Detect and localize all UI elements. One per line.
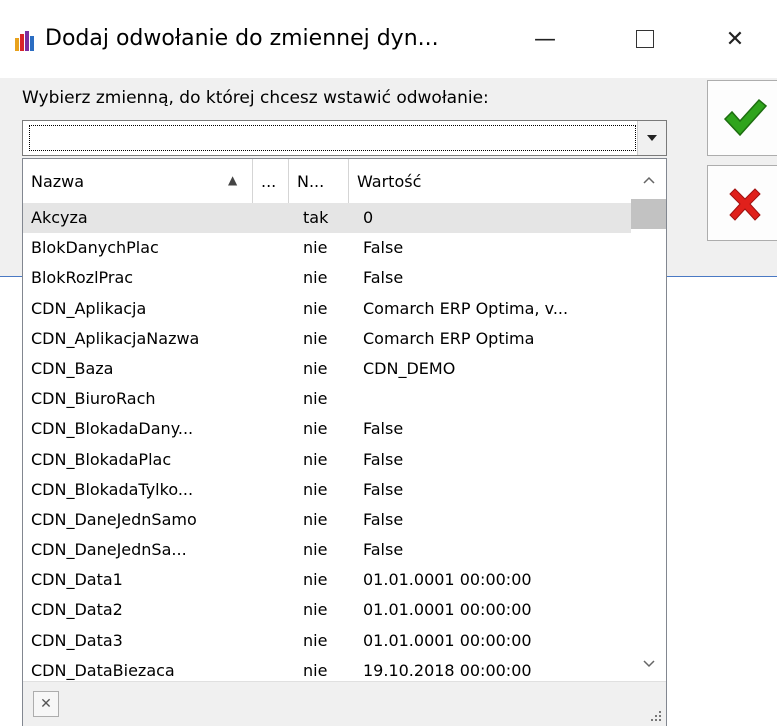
row-name-cell: Akcyza: [31, 208, 88, 227]
grid-rows: Akcyza tak 0 BlokDanychPlac nie False BlokRozl…: [23, 203, 631, 686]
row-value-cell: False: [363, 268, 404, 288]
row-n-cell: nie: [303, 600, 328, 620]
clear-selection-button[interactable]: ✕: [33, 691, 59, 717]
instruction-label: Wybierz zmienną, do której chcesz wstawi…: [22, 88, 489, 108]
window-title: Dodaj odwołanie do zmiennej dyn...: [45, 26, 439, 51]
chevron-down-icon: [642, 660, 655, 668]
table-row[interactable]: CDN_Data3 nie 01.01.0001 00:00:00: [23, 626, 631, 656]
row-value-cell: 01.01.0001 00:00:00: [363, 600, 532, 620]
checkmark-icon: [723, 98, 768, 137]
table-row[interactable]: CDN_Aplikacja nie Comarch ERP Optima, v...: [23, 294, 631, 324]
table-row[interactable]: CDN_BlokadaPlac nie False: [23, 445, 631, 475]
row-value-cell: False: [363, 238, 404, 258]
row-value-cell: False: [363, 479, 404, 499]
table-row[interactable]: CDN_BlokadaDany... nie False: [23, 414, 631, 444]
table-row[interactable]: Akcyza tak 0: [23, 203, 631, 234]
row-n-cell: nie: [303, 389, 328, 409]
close-button[interactable]: ✕: [700, 0, 770, 78]
row-value-cell: 01.01.0001 00:00:00: [363, 630, 532, 650]
row-value-cell: Comarch ERP Optima, v...: [363, 298, 569, 318]
chevron-up-icon: [642, 176, 655, 184]
table-row[interactable]: CDN_BlokadaTylko... nie False: [23, 475, 631, 505]
row-name-cell: CDN_Data1: [31, 570, 123, 590]
table-row[interactable]: CDN_BiuroRach nie: [23, 384, 631, 414]
column-header-value[interactable]: Wartość: [349, 159, 631, 203]
column-header-name-label: Nazwa: [31, 171, 85, 191]
column-header-dots[interactable]: ...: [253, 159, 289, 203]
row-value-cell: False: [363, 540, 404, 560]
row-n-cell: nie: [303, 358, 328, 378]
row-value-cell: False: [363, 449, 404, 469]
row-n-cell: nie: [303, 238, 328, 258]
variable-combobox[interactable]: [22, 120, 667, 156]
scroll-down-button[interactable]: [631, 647, 666, 681]
scroll-up-button[interactable]: [631, 163, 666, 197]
row-value-cell: 0: [363, 208, 374, 227]
maximize-button[interactable]: [610, 0, 680, 78]
table-row[interactable]: CDN_Data2 nie 01.01.0001 00:00:00: [23, 595, 631, 625]
row-n-cell: nie: [303, 630, 328, 650]
row-value-cell: 01.01.0001 00:00:00: [363, 570, 532, 590]
combobox-focus-rect: [29, 125, 636, 151]
row-n-cell: nie: [303, 479, 328, 499]
cancel-button[interactable]: [707, 165, 777, 241]
column-header-n[interactable]: N...: [289, 159, 349, 203]
scroll-thumb[interactable]: [631, 199, 666, 229]
row-n-cell: nie: [303, 298, 328, 318]
column-header-name[interactable]: Nazwa ▲: [23, 159, 253, 203]
maximize-icon: [636, 30, 654, 48]
row-name-cell: BlokRozlPrac: [31, 268, 134, 288]
row-name-cell: CDN_DaneJednSamo: [31, 509, 197, 529]
minimize-icon: —: [534, 26, 556, 52]
row-name-cell: CDN_Data3: [31, 630, 123, 650]
row-name-cell: CDN_AplikacjaNazwa: [31, 328, 200, 348]
row-n-cell: nie: [303, 419, 328, 439]
sort-ascending-icon: ▲: [228, 173, 238, 187]
table-row[interactable]: CDN_Data1 nie 01.01.0001 00:00:00: [23, 565, 631, 595]
row-n-cell: nie: [303, 449, 328, 469]
row-value-cell: [363, 384, 629, 414]
row-value-cell: False: [363, 509, 404, 529]
row-n-cell: nie: [303, 328, 328, 348]
row-value-cell: Comarch ERP Optima: [363, 328, 535, 348]
variable-dropdown-list: Nazwa ▲ ... N... Wartość Akcyza tak 0 BlokD…: [22, 158, 667, 726]
table-row[interactable]: CDN_AplikacjaNazwa nie Comarch ERP Optima: [23, 324, 631, 354]
title-bar: Dodaj odwołanie do zmiennej dyn... — ✕: [0, 0, 777, 78]
close-icon: ✕: [40, 696, 52, 712]
dropdown-footer: ✕: [23, 681, 666, 726]
row-n-cell: nie: [303, 570, 328, 590]
resize-grip-icon[interactable]: [648, 708, 662, 722]
row-name-cell: CDN_BlokadaDany...: [31, 419, 194, 439]
combobox-dropdown-button[interactable]: [637, 121, 666, 155]
ok-button[interactable]: [707, 80, 777, 156]
vertical-scrollbar[interactable]: [631, 159, 666, 681]
row-name-cell: CDN_Aplikacja: [31, 298, 147, 318]
cross-icon: [729, 188, 761, 221]
row-name-cell: BlokDanychPlac: [31, 238, 159, 258]
row-value-cell: False: [363, 419, 404, 439]
row-n-cell: nie: [303, 540, 328, 560]
table-row[interactable]: CDN_DaneJednSamo nie False: [23, 505, 631, 535]
row-name-cell: CDN_BiuroRach: [31, 389, 156, 409]
row-value-cell: CDN_DEMO: [363, 358, 456, 378]
close-icon: ✕: [725, 26, 745, 52]
table-row[interactable]: CDN_DaneJednSa... nie False: [23, 535, 631, 565]
row-name-cell: CDN_BlokadaPlac: [31, 449, 172, 469]
table-row[interactable]: BlokDanychPlac nie False: [23, 233, 631, 263]
chevron-down-icon: [647, 135, 657, 141]
row-n-cell: tak: [303, 208, 329, 227]
app-icon: [15, 31, 34, 51]
grid-header: Nazwa ▲ ... N... Wartość: [23, 159, 631, 204]
minimize-button[interactable]: —: [510, 0, 580, 78]
row-n-cell: nie: [303, 268, 328, 288]
row-name-cell: CDN_DaneJednSa...: [31, 540, 187, 560]
table-row[interactable]: BlokRozlPrac nie False: [23, 263, 631, 293]
row-name-cell: CDN_Data2: [31, 600, 123, 620]
row-name-cell: CDN_BlokadaTylko...: [31, 479, 194, 499]
row-n-cell: nie: [303, 509, 328, 529]
row-name-cell: CDN_Baza: [31, 358, 114, 378]
table-row[interactable]: CDN_Baza nie CDN_DEMO: [23, 354, 631, 384]
scroll-track[interactable]: [631, 199, 666, 639]
